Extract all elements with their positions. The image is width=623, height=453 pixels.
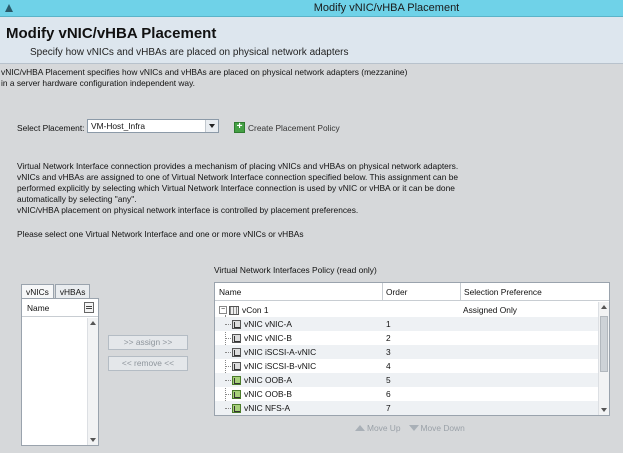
vcon-name: vCon 1 [242, 305, 269, 315]
tab-vnics[interactable]: vNICs [21, 284, 54, 298]
table-row[interactable]: vNIC OOB-B 6 [215, 387, 599, 401]
table-row[interactable]: vNIC iSCSI-B-vNIC 4 [215, 359, 599, 373]
window-title: Modify vNIC/vHBA Placement [313, 2, 460, 14]
page-subtitle: Specify how vNICs and vHBAs are placed o… [30, 47, 349, 58]
move-down-button[interactable]: Move Down [408, 423, 465, 433]
placement-description: vNIC/vHBA Placement specifies how vNICs … [1, 67, 408, 88]
vnic-icon [232, 361, 241, 371]
vcon-icon [229, 305, 239, 315]
table-row[interactable]: vNIC vNIC-A 1 [215, 317, 599, 331]
dialog-header: Modify vNIC/vHBA Placement Specify how v… [0, 17, 623, 64]
column-chooser-icon[interactable] [84, 302, 94, 313]
vnic-name-column[interactable]: Name [27, 303, 49, 313]
scroll-thumb[interactable] [600, 316, 608, 372]
placement-select[interactable]: VM-Host_Infra [87, 119, 219, 133]
title-bar: Modify vNIC/vHBA Placement [0, 0, 623, 17]
vnic-name: vNIC vNIC-A [244, 319, 292, 329]
vnic-icon [232, 347, 241, 357]
vnic-icon [232, 375, 241, 385]
plus-icon: + [234, 122, 245, 133]
scroll-up-icon[interactable] [90, 321, 96, 325]
move-controls: Move Up Move Down [355, 423, 465, 433]
table-row[interactable]: vNIC vNIC-B 2 [215, 331, 599, 345]
scroll-down-icon[interactable] [90, 438, 96, 442]
tab-vhbas[interactable]: vHBAs [54, 284, 91, 298]
table-row[interactable]: vNIC iSCSI-A-vNIC 3 [215, 345, 599, 359]
vnic-name: vNIC OOB-A [244, 375, 292, 385]
vcon-row[interactable]: − vCon 1 Assigned Only [215, 303, 599, 317]
vnic-order: 4 [386, 361, 391, 371]
vnic-name: vNIC vNIC-B [244, 333, 292, 343]
vnic-policy-table: Name Order Selection Preference − vCon 1… [214, 282, 610, 416]
move-up-button[interactable]: Move Up [355, 423, 401, 433]
vnic-order: 3 [386, 347, 391, 357]
column-order[interactable]: Order [386, 287, 407, 297]
remove-button[interactable]: << remove << [108, 356, 188, 371]
collapse-icon[interactable]: − [219, 306, 227, 314]
vnic-name: vNIC iSCSI-B-vNIC [244, 361, 317, 371]
vnic-list[interactable]: Name [21, 298, 99, 446]
vnic-name: vNIC OOB-B [244, 389, 292, 399]
vnic-name: vNIC NFS-A [244, 403, 291, 413]
vnic-icon [232, 403, 241, 413]
vnic-icon [232, 319, 241, 329]
vnic-name: vNIC iSCSI-A-vNIC [244, 347, 317, 357]
vcon-preference: Assigned Only [463, 305, 517, 315]
policy-label: Virtual Network Interfaces Policy (read … [214, 265, 377, 275]
table-header: Name Order Selection Preference [215, 283, 609, 301]
scroll-down-icon[interactable] [601, 408, 607, 412]
vnic-icon [232, 333, 241, 343]
arrow-down-icon [408, 425, 419, 431]
vnic-order: 6 [386, 389, 391, 399]
vnic-order: 5 [386, 375, 391, 385]
table-row[interactable]: vNIC NFS-A 7 [215, 401, 599, 415]
vnic-order: 1 [386, 319, 391, 329]
vnic-list-header: Name [22, 299, 98, 317]
placement-select-value: VM-Host_Infra [91, 121, 145, 131]
chevron-down-icon[interactable] [205, 120, 218, 132]
column-selection-preference[interactable]: Selection Preference [464, 287, 542, 297]
vnic-vhba-tabs: vNICs vHBAs [21, 284, 91, 298]
table-row[interactable]: vNIC OOB-A 5 [215, 373, 599, 387]
create-placement-policy-link[interactable]: + Create Placement Policy [234, 122, 340, 133]
scroll-up-icon[interactable] [601, 305, 607, 309]
instruction-text: Please select one Virtual Network Interf… [17, 229, 304, 239]
vnic-icon [232, 389, 241, 399]
vnic-order: 2 [386, 333, 391, 343]
arrow-up-icon [355, 425, 365, 431]
page-title: Modify vNIC/vHBA Placement [6, 25, 217, 42]
table-scrollbar[interactable] [598, 302, 609, 415]
assign-button[interactable]: >> assign >> [108, 335, 188, 350]
select-placement-label: Select Placement: [17, 123, 85, 133]
create-placement-policy-label: Create Placement Policy [248, 122, 340, 133]
vnic-info-text: Virtual Network Interface connection pro… [17, 161, 459, 215]
vnic-list-scrollbar[interactable] [87, 318, 98, 445]
vnic-order: 7 [386, 403, 391, 413]
column-name[interactable]: Name [219, 287, 241, 297]
